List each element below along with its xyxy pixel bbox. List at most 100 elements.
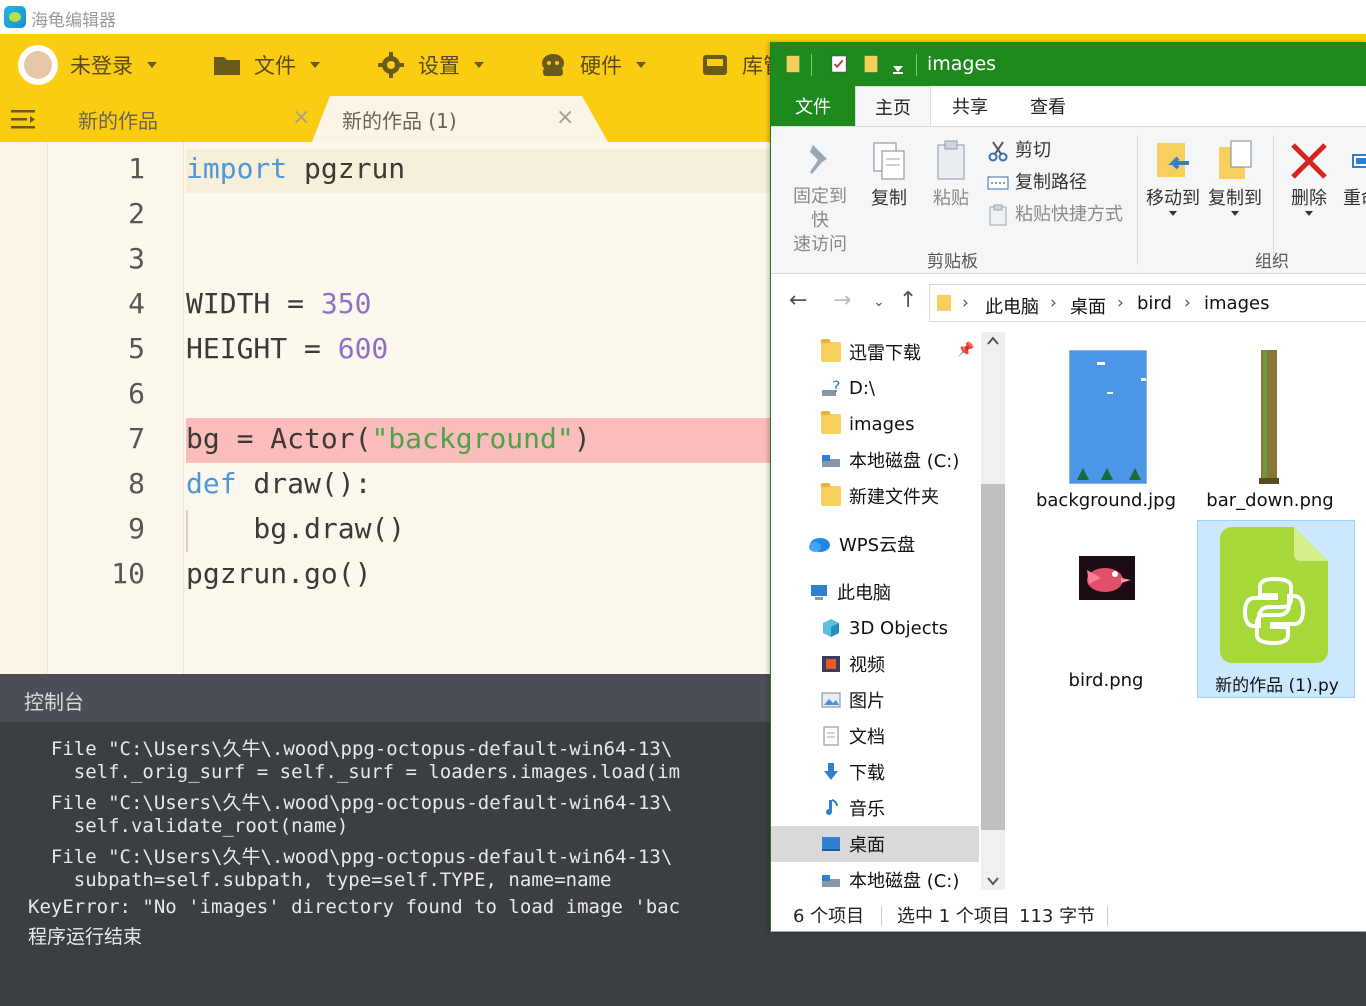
delete-button[interactable]: 删除	[1281, 139, 1337, 216]
chevron-down-icon[interactable]	[893, 60, 903, 80]
nav-item-d-drive[interactable]: ? D:\	[821, 370, 875, 406]
breadcrumb-desktop[interactable]: 桌面	[1070, 293, 1106, 319]
nav-item-label: D:\	[849, 377, 875, 399]
scrollbar-thumb[interactable]	[981, 484, 1005, 830]
up-arrow-icon[interactable]: ↑	[899, 288, 917, 313]
nav-item-new-folder[interactable]: 新建文件夹	[821, 478, 939, 514]
address-bar[interactable]: › 此电脑 › 桌面 › bird › images	[929, 284, 1366, 322]
hardware-menu[interactable]: 硬件	[538, 34, 646, 96]
new-folder-icon[interactable]	[863, 54, 879, 74]
copy-to-button[interactable]: 复制到	[1207, 139, 1263, 216]
copy-icon	[873, 142, 905, 180]
copy-label: 复制	[871, 188, 907, 209]
tab-new-work-1[interactable]: 新的作品 (1) ×	[312, 96, 608, 142]
divider	[811, 54, 812, 76]
pin-icon[interactable]: 📌	[957, 342, 974, 358]
computer-icon	[811, 585, 827, 600]
cut-button[interactable]: 剪切	[987, 137, 1051, 165]
file-list: background.jpg bar_down.png bird.png 新的作…	[1005, 332, 1366, 890]
nav-item-this-pc[interactable]: 此电脑	[809, 574, 891, 610]
console-line: File "C:\Users\久牛\.wood\ppg-octopus-defa…	[28, 792, 673, 814]
forward-arrow-icon[interactable]: →	[833, 288, 851, 313]
scissors-icon	[988, 141, 1008, 162]
nav-item-3d-objects[interactable]: 3D Objects	[821, 610, 948, 646]
file-menu[interactable]: 文件	[212, 34, 320, 96]
move-to-button[interactable]: 移动到	[1145, 139, 1201, 216]
file-item-background[interactable]: background.jpg	[1027, 340, 1185, 518]
delete-icon	[1291, 143, 1327, 179]
file-item-bar-down[interactable]: bar_down.png	[1191, 340, 1349, 518]
nav-item-label: 3D Objects	[849, 617, 949, 639]
tab-label: 新的作品	[78, 108, 158, 133]
tab-home[interactable]: 主页	[855, 86, 931, 126]
rename-button[interactable]: 重命	[1343, 139, 1366, 211]
copy-path-button[interactable]: 复制路径	[987, 169, 1087, 197]
chevron-right-icon: ›	[1050, 293, 1057, 313]
copy-to-label: 复制到	[1208, 188, 1262, 209]
breadcrumb-bird[interactable]: bird	[1137, 293, 1172, 314]
nav-item-label: images	[849, 413, 915, 435]
number-token: 600	[337, 332, 389, 365]
file-name: 新的作品 (1).py	[1215, 676, 1339, 696]
address-row: ← → ⌄ ↑ › 此电脑 › 桌面 › bird › images	[771, 274, 1366, 332]
pin-quick-access-button[interactable]: 固定到快 速访问	[785, 141, 855, 257]
settings-menu[interactable]: 设置	[376, 34, 484, 96]
nav-item-wps-cloud[interactable]: WPS云盘	[807, 526, 915, 562]
nav-item-downloads[interactable]: 下载	[821, 754, 885, 790]
code-line-10: pgzrun.go()	[186, 557, 372, 590]
outline-toggle-button[interactable]	[0, 96, 48, 142]
image-thumbnail-icon	[1259, 350, 1279, 484]
pin-label-2: 速访问	[793, 234, 847, 255]
copy-path-icon	[987, 176, 1009, 190]
divider	[1137, 135, 1138, 265]
folder-icon	[821, 339, 841, 362]
recent-locations-chevron-icon[interactable]: ⌄	[873, 294, 885, 310]
scroll-down-icon[interactable]	[987, 876, 999, 886]
python-file-icon	[1220, 527, 1328, 663]
image-thumbnail-icon	[1079, 556, 1135, 600]
nav-item-pictures[interactable]: 图片	[821, 682, 885, 718]
nav-item-desktop[interactable]: 桌面	[821, 826, 885, 862]
nav-item-documents[interactable]: 文档	[821, 718, 885, 754]
paste-shortcut-label: 粘贴快捷方式	[1015, 204, 1123, 225]
properties-icon[interactable]	[829, 54, 849, 74]
avatar	[18, 45, 58, 85]
chevron-down-icon	[1231, 211, 1239, 216]
nav-item-thunder-download[interactable]: 迅雷下载	[821, 334, 921, 370]
nav-scrollbar[interactable]	[981, 332, 1005, 890]
code-token: WIDTH =	[186, 287, 321, 320]
nav-item-images[interactable]: images	[821, 406, 914, 442]
tab-view[interactable]: 查看	[1009, 86, 1087, 126]
close-icon[interactable]: ×	[556, 105, 574, 130]
breadcrumb-this-pc[interactable]: 此电脑	[985, 293, 1039, 319]
code-token: bg = Actor(	[186, 422, 372, 455]
paste-shortcut-button[interactable]: 粘贴快捷方式	[987, 201, 1123, 229]
breadcrumb-images[interactable]: images	[1204, 293, 1269, 314]
tab-new-work[interactable]: 新的作品 ×	[48, 96, 328, 142]
tab-share[interactable]: 共享	[931, 86, 1009, 126]
nav-item-label: 新建文件夹	[849, 487, 939, 508]
app-logo-icon	[4, 6, 26, 28]
file-item-new-work-py[interactable]: 新的作品 (1).py	[1197, 520, 1355, 698]
scroll-up-icon[interactable]	[987, 336, 999, 346]
nav-item-label: 迅雷下载	[849, 343, 921, 364]
divider	[1273, 135, 1274, 265]
close-icon[interactable]: ×	[292, 105, 310, 130]
hardware-menu-label: 硬件	[580, 54, 622, 78]
file-item-bird[interactable]: bird.png	[1027, 518, 1185, 696]
nav-item-local-disk-c[interactable]: 本地磁盘 (C:)	[821, 442, 959, 478]
nav-item-label: 视频	[849, 655, 885, 676]
nav-item-label: 文档	[849, 727, 885, 748]
paste-button[interactable]: 粘贴	[929, 139, 973, 211]
cube-icon	[823, 619, 839, 637]
nav-item-label: 下载	[849, 763, 885, 784]
nav-item-music[interactable]: 音乐	[821, 790, 885, 826]
console-line: File "C:\Users\久牛\.wood\ppg-octopus-defa…	[28, 738, 673, 760]
nav-item-local-disk-c-2[interactable]: 本地磁盘 (C:)	[821, 862, 959, 898]
tab-file[interactable]: 文件	[771, 86, 855, 126]
copy-button[interactable]: 复制	[867, 139, 911, 211]
line-number: 6	[128, 377, 145, 410]
back-arrow-icon[interactable]: ←	[789, 288, 807, 313]
user-menu[interactable]: 未登录	[18, 34, 157, 96]
nav-item-videos[interactable]: 视频	[821, 646, 885, 682]
